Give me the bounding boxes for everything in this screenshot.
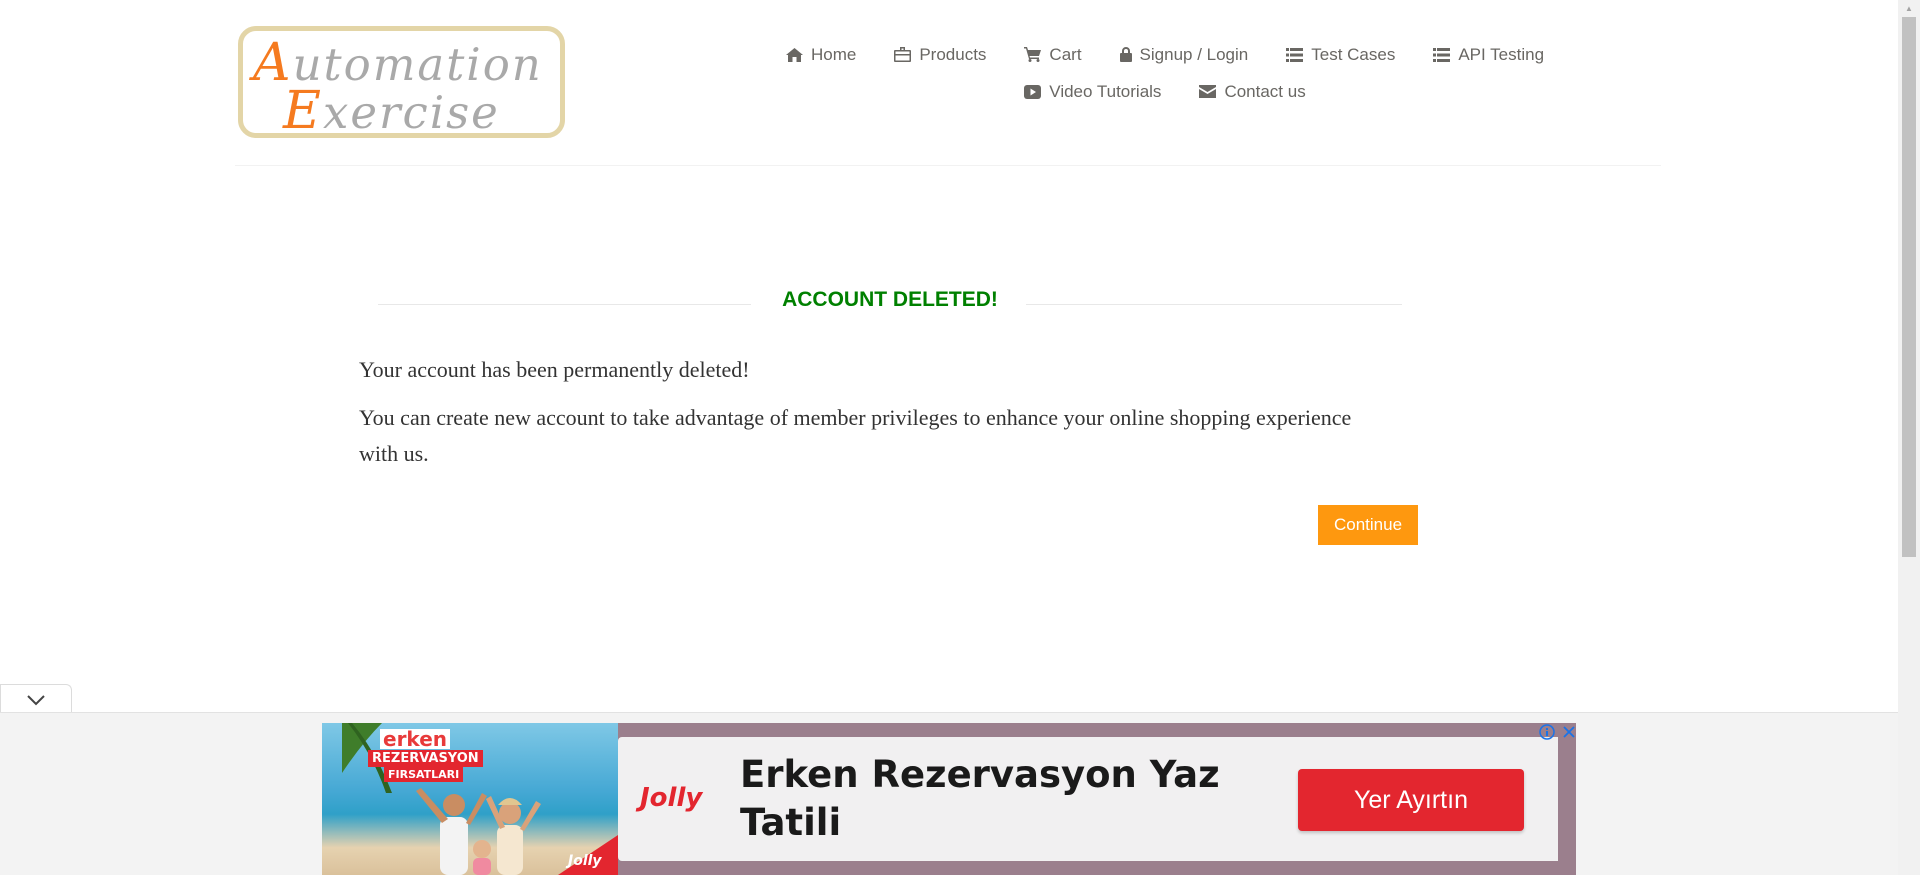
nav-api-testing-label: API Testing — [1458, 44, 1545, 64]
advertisement-banner[interactable]: erken REZERVASYON FIRSATLARI Jolly Jolly… — [322, 723, 1576, 875]
info-icon — [1539, 724, 1555, 740]
chevron-down-icon — [27, 694, 45, 705]
ad-close-icon[interactable] — [1560, 723, 1578, 741]
ad-cta-button[interactable]: Yer Ayırtın — [1298, 769, 1524, 831]
header-divider — [235, 165, 1661, 166]
cart-icon — [1024, 47, 1042, 62]
nav-test-cases[interactable]: Test Cases — [1267, 36, 1414, 73]
list-icon — [1286, 47, 1304, 62]
nav-contact-us-label: Contact us — [1224, 81, 1306, 101]
ad-collapse-toggle[interactable] — [0, 684, 72, 714]
vertical-scrollbar[interactable]: ▲ — [1898, 0, 1920, 875]
scroll-up-arrow-icon[interactable]: ▲ — [1898, 0, 1920, 17]
briefcase-icon — [894, 47, 912, 62]
ad-headline: Erken Rezervasyon Yaz Tatili — [740, 753, 1220, 844]
scrollbar-thumb[interactable] — [1902, 17, 1916, 557]
nav-products[interactable]: Products — [875, 36, 1005, 73]
ad-badge-firsatlari: FIRSATLARI — [384, 767, 464, 782]
list-icon — [1433, 47, 1451, 62]
nav-signup-login[interactable]: Signup / Login — [1101, 36, 1268, 73]
account-deleted-heading: ACCOUNT DELETED! — [378, 288, 1402, 318]
logo-line-2: Exercise — [283, 81, 500, 138]
nav-products-label: Products — [919, 44, 987, 64]
nav-cart-label: Cart — [1049, 44, 1082, 64]
nav-video-tutorials[interactable]: Video Tutorials — [1005, 73, 1180, 110]
nav-row-1: Home Products Cart Signup / Login Test C… — [720, 36, 1610, 73]
ad-badge-rezervasyon: REZERVASYON — [368, 750, 483, 767]
ad-corner-brand: Jolly — [568, 853, 602, 869]
nav-video-tutorials-label: Video Tutorials — [1049, 81, 1162, 101]
site-logo[interactable]: Automation Exercise — [238, 26, 565, 138]
deleted-message: Your account has been permanently delete… — [359, 357, 750, 382]
ad-beach-image: erken REZERVASYON FIRSATLARI Jolly — [322, 723, 618, 875]
envelope-icon — [1199, 85, 1217, 98]
youtube-play-icon — [1024, 84, 1042, 99]
nav-row-2: Video Tutorials Contact us — [720, 73, 1610, 110]
nav-home-label: Home — [810, 44, 857, 64]
ad-info-icon[interactable] — [1538, 723, 1556, 741]
ad-family-photo — [416, 788, 541, 875]
nav-signup-login-label: Signup / Login — [1139, 44, 1249, 64]
continue-button[interactable]: Continue — [1318, 505, 1418, 545]
ad-badge-erken: erken — [380, 729, 450, 749]
page-title: ACCOUNT DELETED! — [782, 288, 998, 311]
nav-contact-us[interactable]: Contact us — [1180, 73, 1324, 110]
nav-home[interactable]: Home — [767, 36, 875, 73]
home-icon — [785, 47, 803, 62]
main-nav: Home Products Cart Signup / Login Test C… — [720, 36, 1610, 110]
nav-cart[interactable]: Cart — [1005, 36, 1100, 73]
nav-api-testing[interactable]: API Testing — [1414, 36, 1563, 73]
nav-test-cases-label: Test Cases — [1311, 44, 1396, 64]
logo-line-2-rest: xercise — [322, 86, 500, 138]
create-account-message: You can create new account to take advan… — [359, 405, 1352, 466]
ad-brand-logo: Jolly — [640, 783, 703, 813]
ad-content-card: Jolly Erken Rezervasyon Yaz Tatili Yer A… — [618, 737, 1558, 861]
close-icon — [1563, 726, 1575, 738]
lock-icon — [1119, 47, 1132, 62]
